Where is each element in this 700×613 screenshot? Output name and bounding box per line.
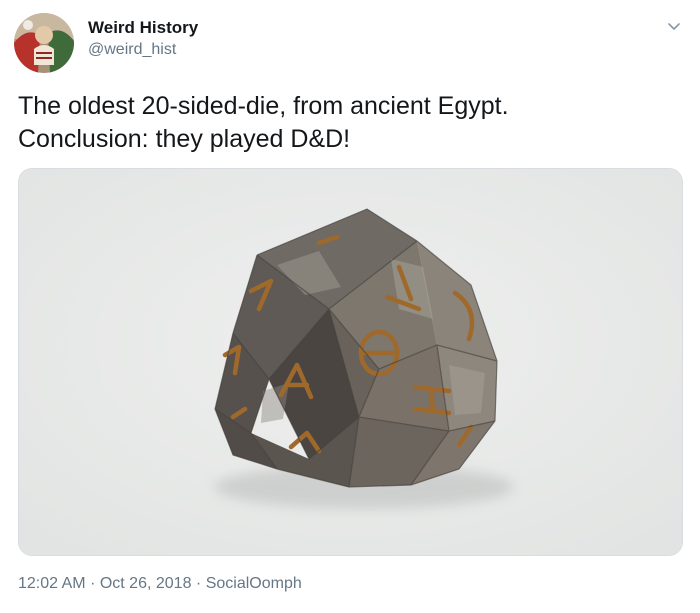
meta-separator: · xyxy=(90,575,96,592)
avatar[interactable] xyxy=(14,13,74,73)
tweet-text-line-1: The oldest 20-sided-die, from ancient Eg… xyxy=(18,92,509,120)
display-name[interactable]: Weird History xyxy=(88,17,198,39)
media-image[interactable] xyxy=(18,168,683,556)
tweet-source[interactable]: SocialOomph xyxy=(206,573,302,595)
tweet-date[interactable]: Oct 26, 2018 xyxy=(100,573,192,595)
tweet-text-line-2: Conclusion: they played D&D! xyxy=(18,125,351,153)
avatar-image xyxy=(14,13,74,73)
meta-separator: · xyxy=(195,575,202,592)
author-block[interactable]: Weird History @weird_hist xyxy=(88,17,198,61)
tweet-card: Weird History @weird_hist The oldest 20-… xyxy=(0,0,700,613)
tweet-text: The oldest 20-sided-die, from ancient Eg… xyxy=(18,90,678,156)
d20-die-image xyxy=(19,169,682,555)
handle[interactable]: @weird_hist xyxy=(88,39,198,61)
tweet-time[interactable]: 12:02 AM xyxy=(18,573,86,595)
tweet-meta: 12:02 AM · Oct 26, 2018 · SocialOomph xyxy=(18,573,302,595)
chevron-down-icon[interactable] xyxy=(666,18,682,34)
